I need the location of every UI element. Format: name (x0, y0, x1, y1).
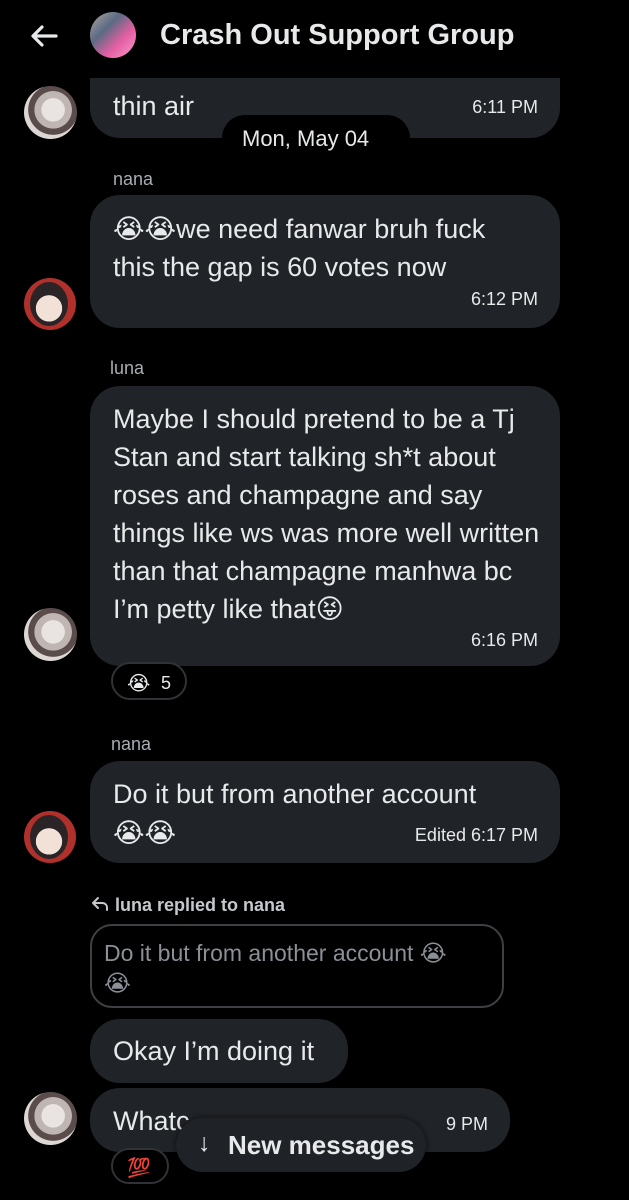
message-text: 😭😭we need fanwar bruh fuck this the gap … (113, 210, 533, 286)
message-bubble[interactable]: Okay I’m doing it (90, 1019, 348, 1083)
message-text: thin air (113, 91, 195, 121)
loudly-crying-emoji: 😭 (419, 940, 447, 966)
message-bubble[interactable]: Maybe I should pretend to be a Tj Stan a… (90, 386, 560, 666)
loudly-crying-emoji: 😭😭 (113, 214, 177, 244)
winking-tongue-emoji: 😝 (315, 594, 344, 624)
avatar[interactable] (24, 86, 77, 139)
sender-name: nana (111, 734, 152, 754)
reaction-chip[interactable]: 😭 5 (111, 662, 187, 700)
sender-name: luna (110, 358, 145, 378)
reaction-chip[interactable]: 💯 (111, 1148, 169, 1184)
hundred-points-emoji: 💯 (127, 1158, 151, 1179)
message-time: Edited 6:17 PM (414, 825, 538, 845)
avatar[interactable] (24, 608, 77, 661)
sender-name: nana (113, 169, 154, 189)
avatar[interactable] (24, 811, 76, 863)
group-avatar[interactable] (90, 12, 136, 58)
loudly-crying-emoji: 😭 (104, 970, 131, 996)
date-separator-label: Mon, May 04 (242, 126, 370, 151)
loudly-crying-emoji: 😭😭 (113, 818, 177, 848)
date-separator: Mon, May 04 (222, 115, 410, 161)
message-time: 6:12 PM (470, 289, 538, 309)
message-time: 6:11 PM (472, 97, 538, 117)
reply-header: luna replied to nana (90, 895, 285, 916)
quoted-text: Do it but from another account 😭 😭 (104, 940, 447, 996)
reaction-count: 5 (161, 673, 172, 693)
avatar[interactable] (24, 1092, 77, 1145)
loudly-crying-emoji: 😭 (127, 673, 151, 695)
avatar[interactable] (24, 278, 76, 330)
new-messages-label: New messages (228, 1130, 415, 1160)
arrow-left-icon (31, 25, 58, 47)
message-text: Do it but from another account (113, 779, 477, 809)
quoted-message[interactable]: Do it but from another account 😭 😭 (90, 924, 504, 1008)
group-title[interactable]: Crash Out Support Group (160, 19, 514, 52)
reply-arrow-icon (92, 897, 108, 911)
message-bubble[interactable]: 😭😭we need fanwar bruh fuck this the gap … (90, 195, 560, 328)
new-messages-button[interactable]: ↓ New messages (176, 1118, 426, 1172)
message-text: Okay I’m doing it (113, 1036, 315, 1066)
back-button[interactable] (22, 14, 66, 58)
message-time: 6:16 PM (470, 630, 538, 650)
message-text: Maybe I should pretend to be a Tj Stan a… (113, 400, 543, 628)
chat-header: Crash Out Support Group (0, 0, 629, 78)
reply-header-text: luna replied to nana (115, 895, 286, 915)
arrow-down-icon: ↓ (198, 1129, 211, 1157)
message-bubble[interactable]: Do it but from another account 😭😭 Edited… (90, 761, 560, 863)
message-time: 9 PM (445, 1114, 488, 1134)
